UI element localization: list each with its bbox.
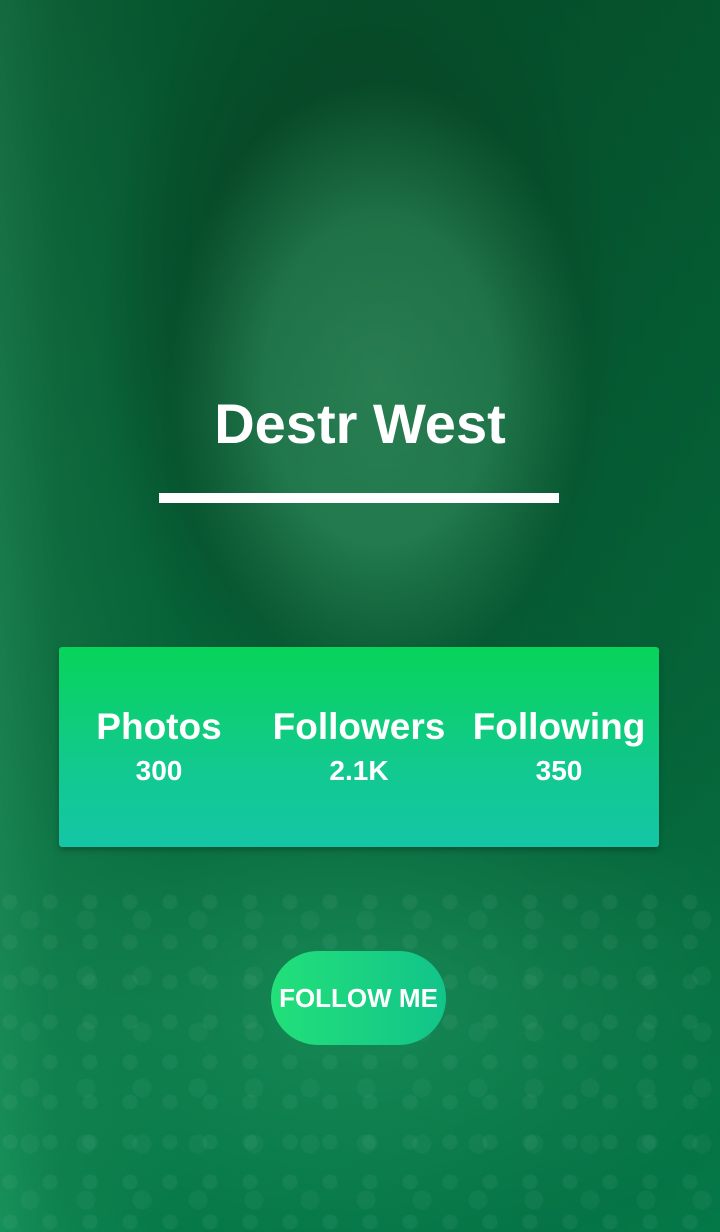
follow-me-button[interactable]: FOLLOW ME xyxy=(271,951,446,1045)
stat-followers[interactable]: Followers 2.1K xyxy=(259,705,459,787)
stat-photos[interactable]: Photos 300 xyxy=(59,705,259,787)
stat-value: 300 xyxy=(135,755,183,786)
stat-label: Followers xyxy=(272,706,446,747)
stat-label: Following xyxy=(472,706,646,747)
profile-screen: Destr West Photos 300 Followers 2.1K Fol… xyxy=(0,0,720,1232)
stat-value: 2.1K xyxy=(329,755,389,786)
profile-name: Destr West xyxy=(214,392,506,455)
stat-following[interactable]: Following 350 xyxy=(459,705,659,787)
stat-value: 350 xyxy=(535,755,583,786)
stat-label: Photos xyxy=(96,706,222,747)
name-divider xyxy=(159,493,559,503)
profile-content: Destr West Photos 300 Followers 2.1K Fol… xyxy=(0,0,720,1232)
stats-card: Photos 300 Followers 2.1K Following 350 xyxy=(59,647,659,847)
